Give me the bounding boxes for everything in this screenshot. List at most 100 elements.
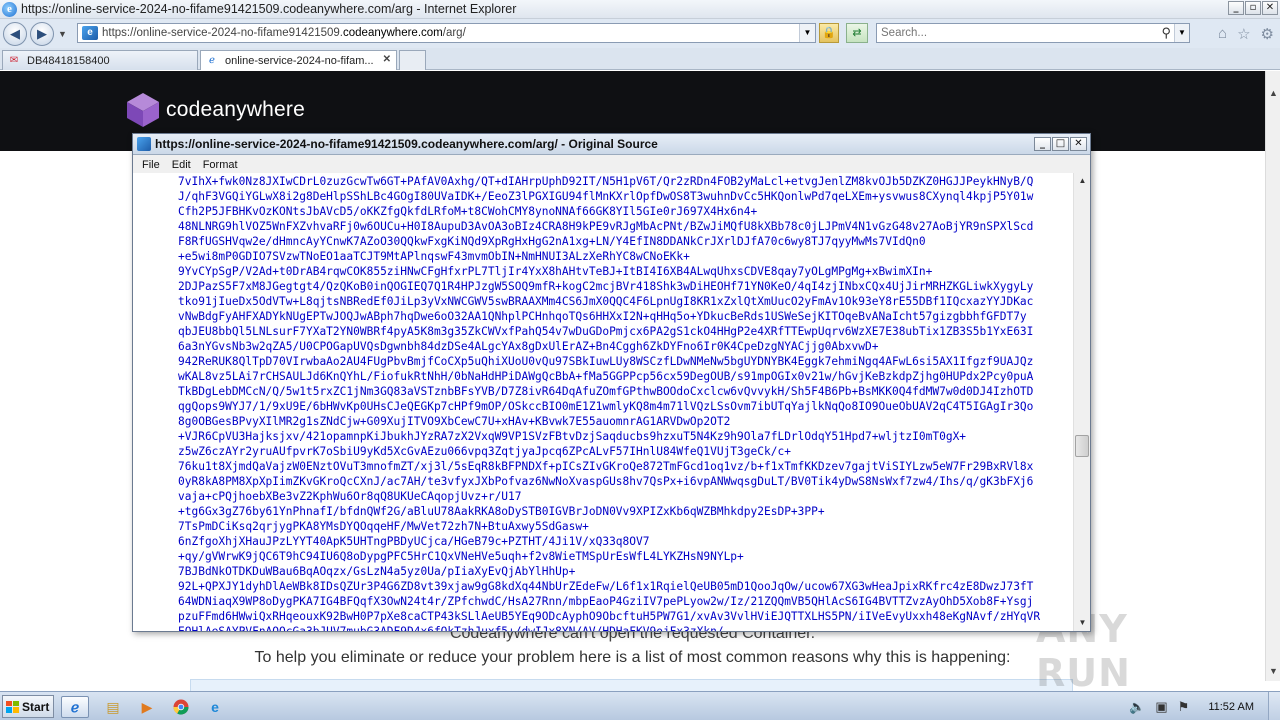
search-dropdown-icon[interactable]: ▼ <box>1174 24 1189 42</box>
search-input[interactable] <box>881 27 1151 39</box>
history-dropdown-icon[interactable]: ▼ <box>58 29 67 39</box>
codeanywhere-logo[interactable]: codeanywhere <box>126 92 305 128</box>
windows-flag-icon <box>6 700 19 713</box>
source-line: 7BJBdNkOTDKDuWBau6BqAOqzx/GsLzN4a5yz0Ua/… <box>178 565 576 578</box>
tab-close-icon[interactable]: ✕ <box>383 54 391 65</box>
window-controls: _ ▫ ✕ <box>1228 1 1278 15</box>
tab-online-service[interactable]: ℯ online-service-2024-no-fifam... ✕ <box>200 50 397 70</box>
address-url-domain: codeanywhere.com <box>343 27 443 39</box>
source-line: 0yR8kA8PM8XpXpIimZKvGKroQcCXnJ/ac7AH/te3… <box>178 475 1034 488</box>
internet-explorer-icon: e <box>2 1 17 17</box>
tab-strip: ✉ DB48418158400 ℯ online-service-2024-no… <box>0 48 1280 70</box>
clock[interactable]: 11:52 AM <box>1208 701 1254 713</box>
refresh-button[interactable]: ⇄ <box>846 23 868 43</box>
source-line: 76ku1t8XjmdQaVajzW0ENztOVuT3mnofmZT/xj3l… <box>178 460 1034 473</box>
source-maximize-button[interactable]: □ <box>1052 137 1069 151</box>
search-icon[interactable]: ⚲ <box>1161 25 1171 41</box>
action-center-flag-icon[interactable]: ⚑ <box>1178 699 1190 715</box>
brand-name: codeanywhere <box>166 98 305 121</box>
security-lock-icon[interactable]: 🔒 <box>819 23 839 43</box>
taskbar-explorer-icon[interactable]: ▤ <box>99 696 127 718</box>
menu-format[interactable]: Format <box>203 159 238 171</box>
toolbar-icons: ⌂ ☆ ⚙ <box>1218 25 1274 43</box>
source-line: +e5wi8mP0GDIO7SVzwTNoEO1aaTCJT9MtAPlnqsw… <box>178 250 690 263</box>
source-line: qbJEU8bbQl5LNLsurF7YXaT2YN0WBRf4pyA5K8m3… <box>178 325 1034 338</box>
source-window-controls: _ □ ✕ <box>1034 137 1087 151</box>
source-code: 7vIhX+fwk0Nz8JXIwCDrL0zuzGcwTw6GT+PAfAV0… <box>178 174 1068 631</box>
source-line: 7vIhX+fwk0Nz8JXIwCDrL0zuzGcwTw6GT+PAfAV0… <box>178 175 1034 188</box>
source-close-button[interactable]: ✕ <box>1070 137 1087 151</box>
address-bar[interactable]: e https://online-service-2024-no-fifame9… <box>77 23 816 43</box>
back-button[interactable]: ◀ <box>3 21 27 46</box>
source-scroll-thumb[interactable] <box>1075 435 1089 457</box>
source-line: qgQops9WYJ7/1/9xU9E/6bHWvKp0UHsCJeQEGKp7… <box>178 400 1034 413</box>
source-scroll-down-icon[interactable]: ▼ <box>1074 615 1091 631</box>
scroll-down-icon[interactable]: ▼ <box>1266 664 1280 679</box>
forward-button[interactable]: ▶ <box>30 21 54 46</box>
tab-label: DB48418158400 <box>27 54 110 67</box>
network-icon[interactable]: ▣ <box>1155 699 1167 715</box>
source-line: tko91jIueDx5OdVTw+L8qjtsNBRedEf0JiLp3yVx… <box>178 295 1034 308</box>
taskbar: Start ℯ ▤ ▶ e 🔈 ▣ ⚑ 11:52 AM <box>0 691 1280 720</box>
volume-icon[interactable]: 🔈 <box>1129 699 1145 715</box>
source-minimize-button[interactable]: _ <box>1034 137 1051 151</box>
taskbar-media-player-icon[interactable]: ▶ <box>133 696 161 718</box>
source-text-area[interactable]: 7vIhX+fwk0Nz8JXIwCDrL0zuzGcwTw6GT+PAfAV0… <box>133 173 1073 631</box>
site-favicon-icon: e <box>82 26 98 40</box>
source-line: vaja+cPQjhoebXBe3vZ2KphWu6Or8qQ8UKUeCAqo… <box>178 490 522 503</box>
navigation-bar: ◀ ▶ ▼ e https://online-service-2024-no-f… <box>0 19 1280 48</box>
favorites-star-icon[interactable]: ☆ <box>1237 25 1250 43</box>
source-scrollbar[interactable]: ▲ ▼ <box>1073 173 1090 631</box>
source-window-title-bar: https://online-service-2024-no-fifame914… <box>133 134 1090 155</box>
start-label: Start <box>22 699 50 714</box>
source-line: 6nZfgoXhjXHauJPzLYYT40ApK5UHTngPBDyUCjca… <box>178 535 650 548</box>
source-line: z5wZ6czAYr2yruAUfpvrK7oSbiU9yKd5XcGvAEzu… <box>178 445 791 458</box>
source-line: 92L+QPXJY1dyhDlAeWBk8IDsQZUr3P4G6ZD8vt39… <box>178 580 1034 593</box>
menu-file[interactable]: File <box>142 159 160 171</box>
show-desktop-button[interactable] <box>1268 692 1280 720</box>
home-icon[interactable]: ⌂ <box>1218 25 1227 43</box>
taskbar-chrome-icon[interactable] <box>167 696 195 718</box>
menu-edit[interactable]: Edit <box>172 159 191 171</box>
source-menu-bar: File Edit Format <box>133 156 1090 173</box>
address-url-path: /arg/ <box>442 27 466 39</box>
source-line: 942ReRUK8QlTpD70VIrwbaAo2AU4FUgPbvBmjfCo… <box>178 355 1034 368</box>
source-window-title: https://online-service-2024-no-fifame914… <box>155 137 658 151</box>
tab-db48418158400[interactable]: ✉ DB48418158400 <box>2 50 198 70</box>
taskbar-ie-icon[interactable]: ℯ <box>61 696 89 718</box>
original-source-window: https://online-service-2024-no-fifame914… <box>132 133 1091 632</box>
address-url[interactable]: https://online-service-2024-no-fifame914… <box>102 27 466 39</box>
source-line: 64WDNiaqX9WP8oDygPKA7IG4BFQqfX3OwN24t4r/… <box>178 595 1034 608</box>
reasons-box <box>190 679 1073 691</box>
new-tab-button[interactable] <box>399 50 426 70</box>
minimize-button[interactable]: _ <box>1228 1 1244 15</box>
chrome-icon <box>173 699 189 715</box>
back-arrow-icon: ◀ <box>10 25 20 41</box>
search-box[interactable]: ⚲ ▼ <box>876 23 1190 43</box>
source-line: 6a3nYGvsNb3w2qZA5/U0CPOGapUVQsDgwnbh84dz… <box>178 340 879 353</box>
address-dropdown-icon[interactable]: ▼ <box>799 24 815 42</box>
source-line: J/qhF3VGQiYGLwX8i2g8DeHlpSShLBc4GOgI80UV… <box>178 190 1034 203</box>
source-line: F8RfUGSHVqw2e/dHmncAyYCnwK7AZoO30QQkwFxg… <box>178 235 926 248</box>
start-button[interactable]: Start <box>2 695 54 718</box>
page-scrollbar[interactable]: ▲ ▼ <box>1265 71 1280 681</box>
maximize-button[interactable]: ▫ <box>1245 1 1261 15</box>
taskbar-edge-icon[interactable]: e <box>201 696 229 718</box>
tools-gear-icon[interactable]: ⚙ <box>1261 25 1274 43</box>
address-url-prefix: https://online-service-2024-no-fifame914… <box>102 27 344 39</box>
source-line: pzuFFmd6HWwiQxRHqeouxK92BwH0P7pXe8caCTP4… <box>178 610 1041 623</box>
close-button[interactable]: ✕ <box>1262 1 1278 15</box>
tab-page-icon: ✉ <box>9 54 19 66</box>
browser-window-title: https://online-service-2024-no-fifame914… <box>21 2 517 16</box>
source-scroll-up-icon[interactable]: ▲ <box>1074 173 1091 189</box>
source-line: 8g0OBGesBPvyXIlMR2g1sZNdCjw+G09XujITVO9X… <box>178 415 731 428</box>
browser-title-bar: e https://online-service-2024-no-fifame9… <box>0 0 1280 19</box>
tab-label: online-service-2024-no-fifam... <box>225 54 374 67</box>
tab-ie-icon: ℯ <box>209 54 215 66</box>
source-line: +VJR6CpVU3Hajksjxv/421opamnpKiJbukhJYzRA… <box>178 430 967 443</box>
scroll-up-icon[interactable]: ▲ <box>1266 86 1280 101</box>
codeanywhere-cube-icon <box>127 93 159 127</box>
source-line: +tg6Gx3gZ76by61YnPhnafI/bfdnQWf2G/aBluU7… <box>178 505 825 518</box>
source-line: Cfh2P5JFBHKvOzKONtsJbAVcD5/oKKZfgQkfdLRf… <box>178 205 758 218</box>
source-line: 2DJPazS5F7xM8JGegtgt4/QzQKoB0inQOGIEQ7Q1… <box>178 280 1034 293</box>
